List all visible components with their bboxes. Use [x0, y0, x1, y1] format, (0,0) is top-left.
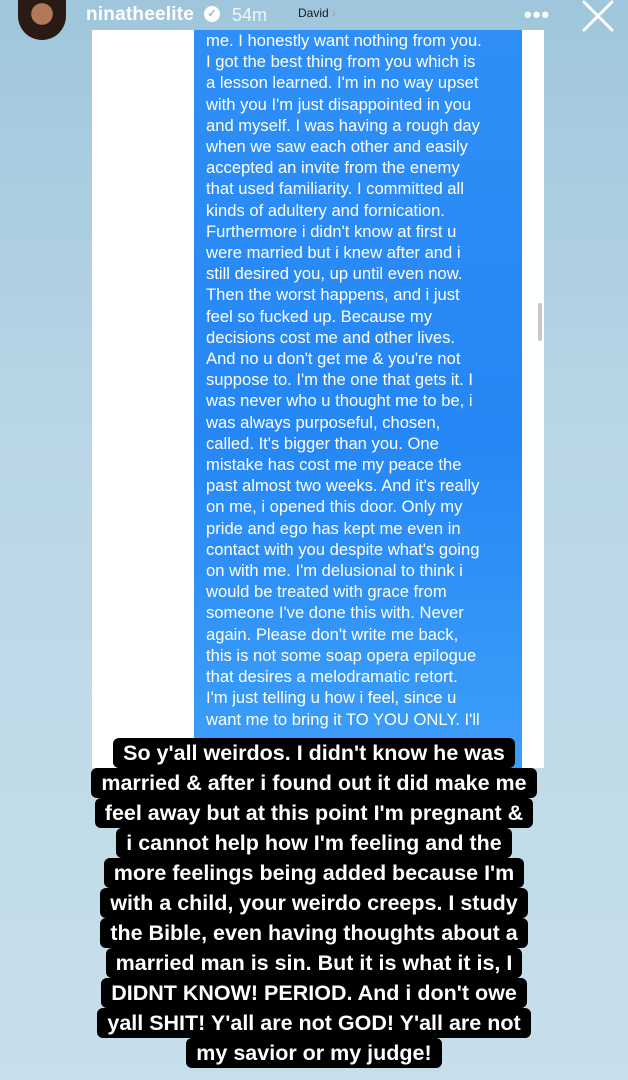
close-icon[interactable]	[580, 0, 616, 34]
post-time: 54m	[232, 5, 268, 25]
caption-line: married & after i found out it did make …	[91, 768, 537, 798]
caption-line: So y'all weirdos. I didn't know he was	[113, 738, 515, 768]
caption-line: i cannot help how I'm feeling and the	[116, 828, 512, 858]
caption-line: yall SHIT! Y'all are not GOD! Y'all are …	[97, 1008, 531, 1038]
caption-line: with a child, your weirdo creeps. I stud…	[100, 888, 528, 918]
caption-line: married man is sin. But it is what it is…	[105, 948, 523, 978]
username[interactable]: ninatheelite	[86, 4, 194, 26]
chat-contact-name: David ›	[298, 6, 336, 20]
story-caption: So y'all weirdos. I didn't know he was m…	[0, 738, 628, 1068]
caption-line: my savior or my judge!	[186, 1038, 442, 1068]
verified-badge-icon: ✓	[204, 6, 220, 22]
avatar[interactable]	[18, 0, 66, 40]
caption-line: the Bible, even having thoughts about a	[100, 918, 528, 948]
chevron-right-icon: ›	[332, 6, 337, 20]
message-text: me. I honestly want nothing from you. I …	[206, 31, 482, 729]
chat-contact-label: David	[298, 6, 329, 20]
message-screenshot: me. I honestly want nothing from you. I …	[92, 30, 544, 768]
scrollbar	[538, 303, 542, 341]
message-bubble: me. I honestly want nothing from you. I …	[194, 30, 522, 768]
caption-line: DIDNT KNOW! PERIOD. And i don't owe	[101, 978, 527, 1008]
caption-line: feel away but at this point I'm pregnant…	[94, 798, 534, 828]
more-options-icon[interactable]: •••	[524, 2, 550, 28]
caption-line: more feelings being added because I'm	[103, 858, 525, 888]
